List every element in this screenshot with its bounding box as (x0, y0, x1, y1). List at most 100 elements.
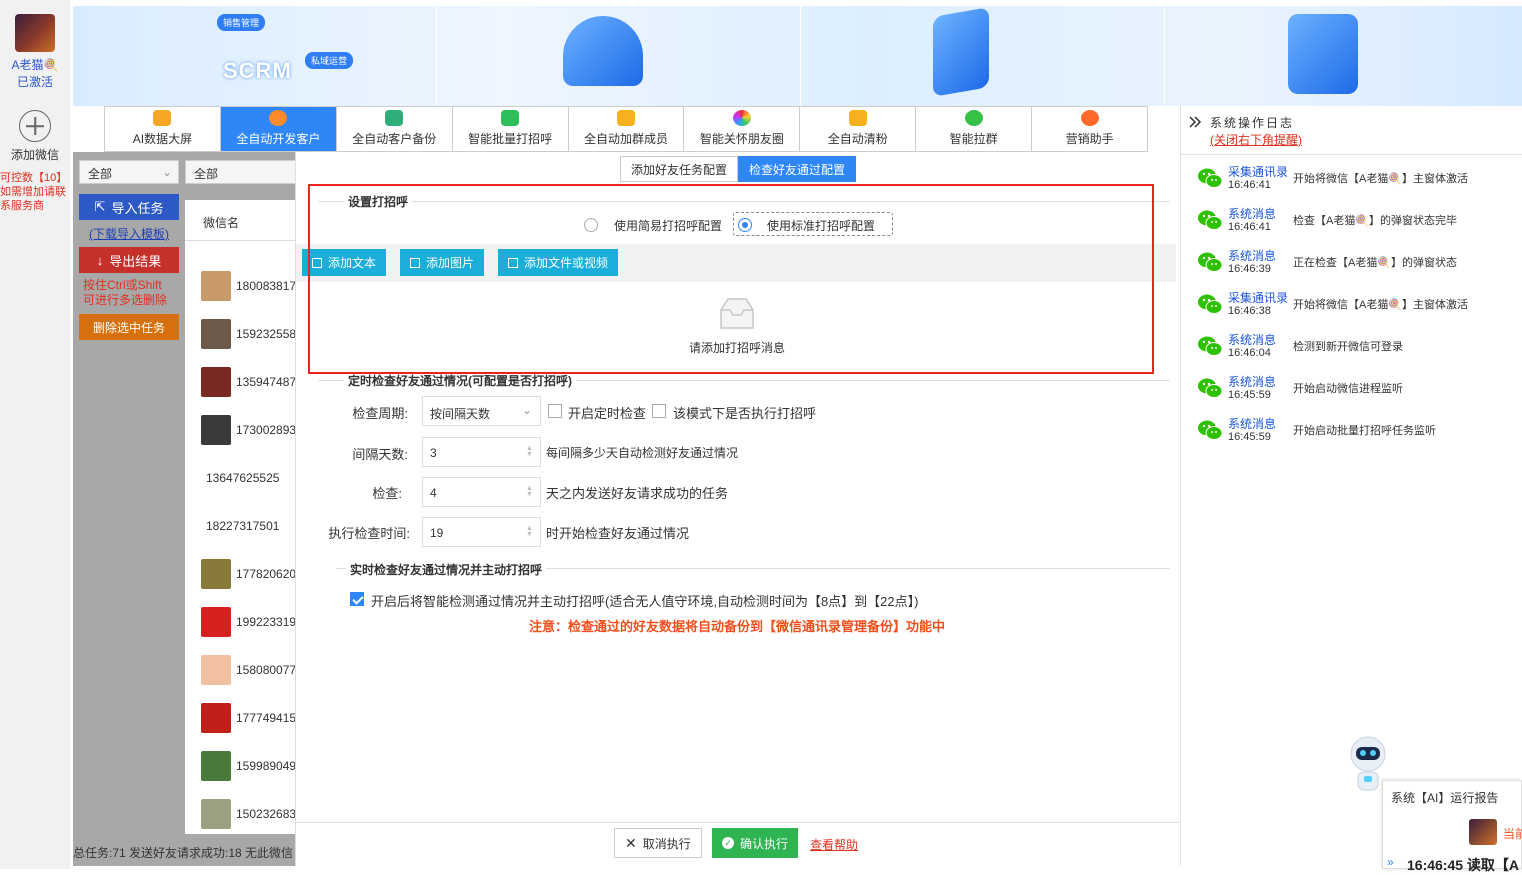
spinner-icon[interactable]: ▲ ▼ (526, 445, 534, 458)
tab-smart-group[interactable]: 智能拉群 (916, 107, 1033, 151)
exec-time-input[interactable]: 19 ▲ ▼ (422, 517, 541, 547)
export-result-button[interactable]: ↓ 导出结果 (79, 247, 179, 273)
add-wechat-label[interactable]: 添加微信 (0, 146, 70, 163)
tab-bulk-greet[interactable]: 智能批量打招呼 (452, 107, 569, 151)
filter-select-1[interactable]: 全部 ⌄ (79, 160, 179, 184)
table-row[interactable]: 135947487 (185, 358, 295, 406)
table-row[interactable]: 18227317501 (185, 502, 295, 550)
input-value: 4 (430, 486, 437, 500)
table-row[interactable]: 177749415 (185, 694, 295, 742)
radio-simple[interactable] (584, 218, 598, 232)
log-time: 16:46:41 (1228, 221, 1271, 233)
wechat-icon (1198, 252, 1223, 272)
tab-marketing[interactable]: 营销助手 (1032, 107, 1148, 151)
tab-moments-care[interactable]: 智能关怀朋友圈 (684, 107, 801, 151)
period-label: 检查周期: (352, 406, 408, 421)
avatar (1469, 819, 1497, 845)
tab-label: 全自动客户备份 (352, 132, 437, 146)
log-time: 16:46:41 (1228, 179, 1271, 191)
quota-text: 可控数【10】 如需增加请联 系服务商 (0, 171, 70, 213)
log-item: 系统消息 16:46:41 检查【A老猫🍭】的弹窗状态完毕 (1181, 197, 1522, 239)
help-link[interactable]: 查看帮助 (810, 836, 858, 853)
table-row[interactable]: 150232683 (185, 790, 295, 834)
filter-select-2[interactable]: 全部 (185, 160, 295, 184)
interval-desc: 每间隔多少天自动检测好友通过情况 (546, 446, 739, 460)
avatar (201, 799, 231, 829)
log-time: 16:46:04 (1228, 347, 1271, 359)
avatar (201, 367, 231, 397)
interval-input[interactable]: 3 ▲ ▼ (422, 437, 541, 467)
broom-icon (848, 110, 867, 126)
hint-line: 可进行多选删除 (83, 293, 168, 307)
add-wechat-icon[interactable] (19, 110, 51, 142)
log-message: 检查【A老猫🍭】的弹窗状态完毕 (1293, 215, 1458, 227)
collapse-icon[interactable] (1187, 114, 1203, 133)
download-template-link[interactable]: (下载导入模板) (79, 225, 179, 242)
log-source[interactable]: 采集通讯录 (1228, 289, 1288, 306)
main-nav: AI数据大屏 全自动开发客户 全自动客户备份 智能批量打招呼 全自动加群成员 智… (104, 106, 1148, 152)
tab-auto-clean[interactable]: 全自动清粉 (800, 107, 917, 151)
ai-report-popup[interactable]: 系统【AI】运行报告 当前 » 16:46:45 读取【A (1382, 780, 1522, 873)
table-row[interactable]: 180083817 (185, 262, 295, 310)
row-wechat-name: 18227317501 (206, 519, 280, 533)
greet-mode-label[interactable]: 该模式下是否执行打招呼 (673, 403, 816, 422)
log-source[interactable]: 采集通讯录 (1228, 163, 1288, 180)
row-wechat-name: 158080077 (236, 663, 295, 677)
radio-standard[interactable] (738, 218, 752, 232)
log-source[interactable]: 系统消息 (1228, 247, 1276, 264)
tab-ai-dashboard[interactable]: AI数据大屏 (105, 107, 221, 151)
table-row[interactable]: 158080077 (185, 646, 295, 694)
row-wechat-name: 173002893 (236, 423, 295, 437)
add-text-button[interactable]: 添加文本 (302, 249, 387, 276)
table-row[interactable]: 177820620 (185, 550, 295, 598)
quota-line: 系服务商 (0, 200, 44, 212)
greet-mode-checkbox[interactable] (652, 404, 666, 418)
log-source[interactable]: 系统消息 (1228, 331, 1276, 348)
tab-label: AI数据大屏 (132, 132, 193, 146)
radio-simple-label[interactable]: 使用简易打招呼配置 (614, 217, 722, 234)
tab-check-pass-config[interactable]: 检查好友通过配置 (738, 156, 857, 182)
log-time: 16:45:59 (1228, 431, 1271, 443)
table-row[interactable]: 159989049 (185, 742, 295, 790)
cloud-illustration-icon (563, 16, 643, 86)
enable-timed-label[interactable]: 开启定时检查 (568, 403, 646, 422)
add-image-button[interactable]: 添加图片 (400, 249, 485, 276)
banner-scrm: SCRM (223, 58, 292, 83)
ai-report-title: 系统【AI】运行报告 (1391, 791, 1499, 805)
avatar[interactable] (15, 14, 55, 52)
table-row[interactable]: 173002893 (185, 406, 295, 454)
check-desc: 天之内发送好友请求成功的任务 (546, 486, 729, 501)
delete-selected-button[interactable]: 删除选中任务 (79, 314, 179, 340)
cancel-button[interactable]: ✕ 取消执行 (614, 828, 702, 858)
realtime-checkbox[interactable] (350, 592, 364, 606)
spinner-icon[interactable]: ▲ ▼ (526, 525, 534, 538)
tab-add-friend-config[interactable]: 添加好友任务配置 (620, 156, 739, 182)
log-source[interactable]: 系统消息 (1228, 205, 1276, 222)
button-label: 添加文件或视频 (524, 256, 609, 270)
table-row[interactable]: 159232558 (185, 310, 295, 358)
tab-label: 全自动加群成员 (584, 132, 669, 146)
radio-standard-label[interactable]: 使用标准打招呼配置 (767, 217, 875, 234)
add-file-button[interactable]: 添加文件或视频 (498, 249, 619, 276)
close-hint-link[interactable]: (关闭右下角提醒) (1210, 131, 1302, 148)
log-source[interactable]: 系统消息 (1228, 373, 1276, 390)
filter-value: 全部 (88, 167, 113, 181)
table-row[interactable]: 199223319 (185, 598, 295, 646)
tab-auto-develop[interactable]: 全自动开发客户 (220, 107, 337, 151)
table-row[interactable]: 13647625525 (185, 454, 295, 502)
ai-icon (153, 110, 172, 126)
import-task-button[interactable]: ⇱ 导入任务 (79, 194, 179, 220)
chevron-down-icon: ⌄ (161, 165, 172, 179)
check-days-input[interactable]: 4 ▲ ▼ (422, 477, 541, 507)
tab-customer-backup[interactable]: 全自动客户备份 (336, 107, 453, 151)
log-message: 开始启动批量打招呼任务监听 (1293, 425, 1436, 437)
period-select[interactable]: 按间隔天数 ⌄ (422, 396, 541, 426)
realtime-option-label[interactable]: 开启后将智能检测通过情况并主动打招呼(适合无人值守环境,自动检测时间为【8点】到… (371, 591, 918, 610)
confirm-button[interactable]: ✓ 确认执行 (712, 828, 799, 858)
log-source[interactable]: 系统消息 (1228, 415, 1276, 432)
tab-auto-join-group[interactable]: 全自动加群成员 (568, 107, 685, 151)
spinner-icon[interactable]: ▲ ▼ (526, 485, 534, 498)
enable-timed-checkbox[interactable] (548, 404, 562, 418)
account-name: A老猫🍭 (11, 58, 59, 72)
tab-label: 智能关怀朋友圈 (699, 132, 784, 146)
